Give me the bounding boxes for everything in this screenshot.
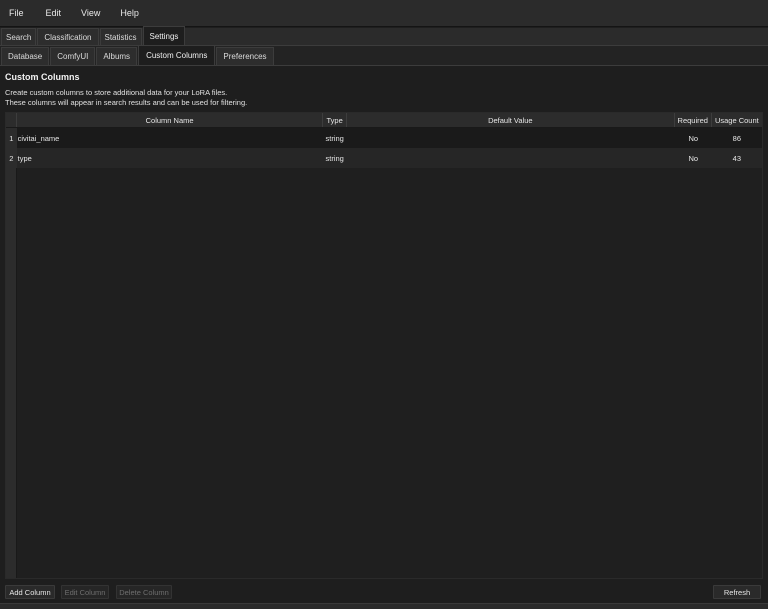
tab-statistics[interactable]: Statistics	[99, 28, 142, 45]
subtab-database[interactable]: Database	[1, 47, 50, 65]
delete-column-button[interactable]: Delete Column	[116, 585, 172, 599]
add-column-button[interactable]: Add Column	[5, 585, 55, 599]
table-body: 1 civitai_name string No 86 2 type strin…	[6, 128, 762, 168]
table-corner[interactable]	[6, 113, 17, 127]
cell-required[interactable]: No	[675, 128, 712, 148]
section-description: Create custom columns to store additiona…	[5, 88, 247, 108]
table-header: Column Name Type Default Value Required …	[6, 113, 762, 128]
cell-column-name[interactable]: civitai_name	[17, 128, 324, 148]
description-line-1: Create custom columns to store additiona…	[5, 88, 228, 97]
row-number[interactable]: 2	[6, 148, 17, 168]
cell-default-value[interactable]	[347, 128, 675, 148]
main-tab-bar: Search Classification Statistics Setting…	[0, 26, 768, 46]
header-column-name[interactable]: Column Name	[17, 113, 324, 127]
menu-edit[interactable]: Edit	[38, 8, 76, 18]
refresh-button[interactable]: Refresh	[713, 585, 761, 599]
tab-search[interactable]: Search	[1, 28, 37, 45]
menu-bar: File Edit View Help	[0, 0, 768, 27]
subtab-comfyui[interactable]: ComfyUI	[50, 47, 96, 65]
table-row[interactable]: 2 type string No 43	[6, 148, 762, 168]
cell-usage-count[interactable]: 43	[712, 148, 762, 168]
header-required[interactable]: Required	[675, 113, 712, 127]
custom-columns-table[interactable]: Column Name Type Default Value Required …	[5, 112, 763, 579]
settings-subtab-bar: Database ComfyUI Albums Custom Columns P…	[0, 45, 768, 66]
cell-type[interactable]: string	[323, 148, 346, 168]
tab-classification[interactable]: Classification	[37, 28, 99, 45]
section-title: Custom Columns	[5, 72, 80, 82]
cell-usage-count[interactable]: 86	[712, 128, 762, 148]
edit-column-button[interactable]: Edit Column	[61, 585, 109, 599]
status-bar	[0, 603, 768, 609]
menu-help[interactable]: Help	[114, 8, 153, 18]
custom-columns-panel: Custom Columns Create custom columns to …	[0, 66, 768, 609]
menu-view[interactable]: View	[75, 8, 114, 18]
table-row[interactable]: 1 civitai_name string No 86	[6, 128, 762, 148]
row-number[interactable]: 1	[6, 128, 17, 148]
header-usage-count[interactable]: Usage Count	[712, 113, 762, 127]
subtab-preferences[interactable]: Preferences	[216, 47, 274, 65]
tab-settings[interactable]: Settings	[142, 26, 186, 45]
cell-required[interactable]: No	[675, 148, 712, 168]
header-type[interactable]: Type	[323, 113, 347, 127]
button-bar: Add Column Edit Column Delete Column Ref…	[0, 585, 768, 601]
subtab-albums[interactable]: Albums	[96, 47, 138, 65]
subtab-custom-columns[interactable]: Custom Columns	[138, 45, 216, 65]
cell-type[interactable]: string	[323, 128, 346, 148]
cell-column-name[interactable]: type	[17, 148, 324, 168]
cell-default-value[interactable]	[347, 148, 675, 168]
header-default-value[interactable]: Default Value	[347, 113, 675, 127]
menu-file[interactable]: File	[3, 8, 38, 18]
description-line-2: These columns will appear in search resu…	[5, 98, 248, 107]
row-header-strip	[6, 128, 17, 578]
